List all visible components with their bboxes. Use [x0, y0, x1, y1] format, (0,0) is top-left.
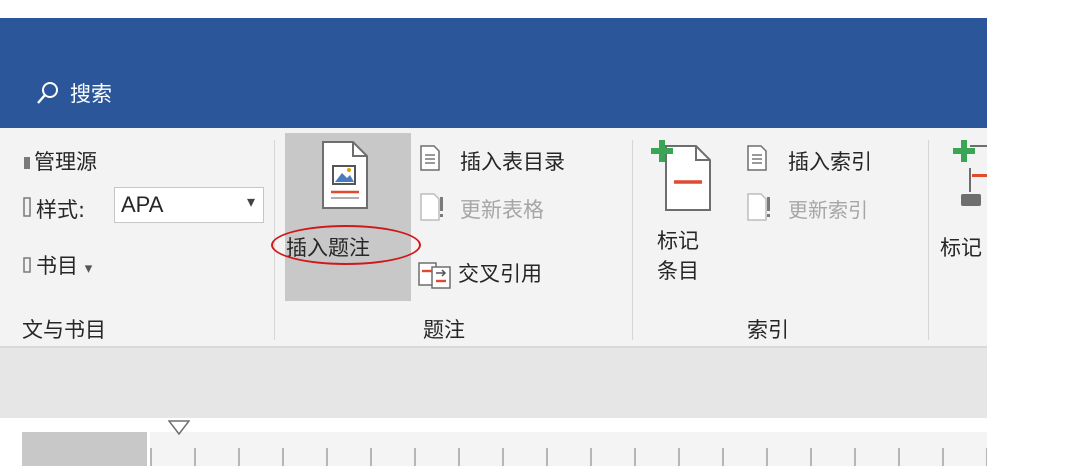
mark-entry-line1: 标记: [657, 229, 699, 253]
indent-marker-icon[interactable]: [168, 420, 190, 436]
mark-entry-button[interactable]: 标记 条目: [657, 226, 699, 286]
style-label: 样式:: [36, 198, 86, 222]
update-table-button: 更新表格: [460, 198, 544, 222]
ruler-ticks: [150, 448, 987, 466]
style-dropdown[interactable]: APA ▾: [114, 187, 264, 223]
highlight-annotation: [271, 225, 421, 265]
group-separator: [928, 140, 929, 340]
style-icon: [23, 197, 31, 217]
cross-reference-icon: [418, 262, 451, 289]
mark-citation-button[interactable]: 标记: [940, 232, 987, 262]
tell-me-search[interactable]: 搜索: [36, 78, 112, 108]
mark-entry-icon: [651, 140, 711, 211]
style-value: APA: [121, 192, 164, 217]
insert-table-of-figures-button[interactable]: 插入表目录: [460, 146, 565, 176]
bibliography-label: 书目: [36, 254, 78, 278]
search-label: 搜索: [70, 82, 112, 106]
update-table-icon: [420, 193, 443, 221]
bibliography-icon: [23, 257, 31, 273]
update-index-icon: [747, 193, 770, 221]
manage-sources-icon: [24, 157, 30, 169]
mark-citation-icon: [953, 140, 987, 206]
group-separator: [632, 140, 633, 340]
cross-reference-button[interactable]: 交叉引用: [458, 258, 542, 288]
insert-index-icon: [747, 145, 767, 171]
index-group-label: 索引: [747, 318, 789, 342]
citations-group-label: 文与书目: [22, 318, 106, 342]
search-icon: [37, 82, 58, 104]
insert-index-button[interactable]: 插入索引: [788, 146, 872, 176]
update-index-button: 更新索引: [788, 198, 868, 222]
manage-sources-button[interactable]: 管理源: [34, 146, 97, 176]
window-title: 一个文档: [752, 0, 842, 16]
bibliography-dropdown-arrow: ▾: [84, 259, 93, 277]
insert-caption-icon: [322, 141, 368, 209]
ruler-margin: [22, 432, 147, 466]
document-area-top: [0, 348, 987, 418]
table-of-figures-icon: [420, 145, 440, 171]
chevron-down-icon: ▾: [246, 192, 255, 211]
bibliography-button[interactable]: 书目 ▾: [36, 250, 92, 280]
captions-group-label: 题注: [423, 318, 465, 342]
title-bar: [0, 18, 987, 128]
mark-entry-line2: 条目: [657, 259, 699, 283]
